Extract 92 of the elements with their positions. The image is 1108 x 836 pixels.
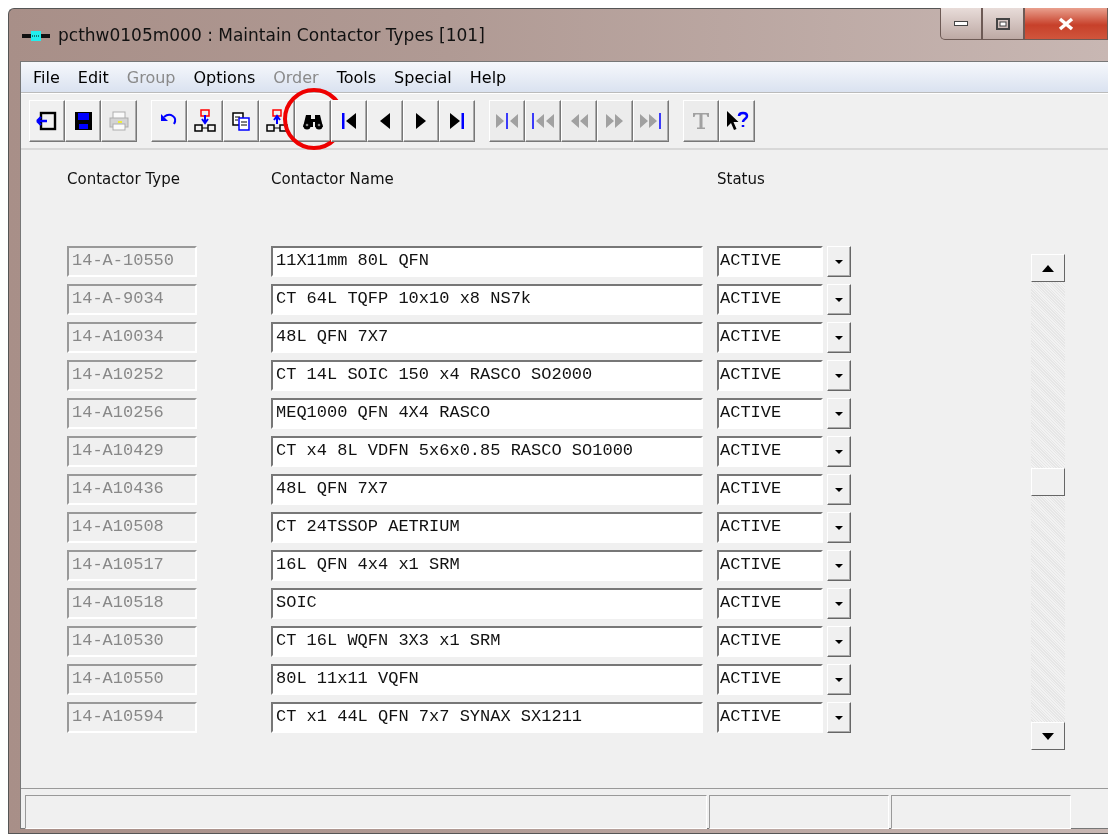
help-button[interactable]	[719, 100, 755, 142]
caret-icon	[835, 525, 843, 530]
status-field[interactable]: ACTIVE	[717, 474, 823, 505]
caret-icon	[835, 449, 843, 454]
menu-item[interactable]: Tools	[328, 67, 387, 87]
dropdown-button[interactable]	[827, 246, 851, 277]
print-icon	[107, 109, 131, 133]
contactor-name-field[interactable]: 80L 11x11 VQFN	[271, 664, 703, 695]
up-arrow-icon	[1042, 264, 1054, 272]
caret-icon	[835, 411, 843, 416]
dropdown-button[interactable]	[827, 474, 851, 505]
app-icon	[22, 31, 50, 41]
caret-icon	[835, 563, 843, 568]
next-button[interactable]	[403, 100, 439, 142]
column-header: Status	[717, 170, 766, 188]
copy-icon	[229, 109, 253, 133]
scroll-thumb[interactable]	[1031, 468, 1065, 496]
status-field[interactable]: ACTIVE	[717, 512, 823, 543]
menu-item[interactable]: Options	[185, 67, 266, 87]
contactor-name-field[interactable]: 48L QFN 7X7	[271, 474, 703, 505]
scrollbar[interactable]	[1031, 254, 1065, 750]
contactor-name-field[interactable]: 16L QFN 4x4 x1 SRM	[271, 550, 703, 581]
caret-icon	[835, 715, 843, 720]
status-field[interactable]: ACTIVE	[717, 284, 823, 315]
status-field[interactable]: ACTIVE	[717, 436, 823, 467]
exit-button[interactable]	[29, 100, 65, 142]
contactor-name-field[interactable]: CT 64L TQFP 10x10 x8 NS7k	[271, 284, 703, 315]
caret-icon	[835, 487, 843, 492]
status-field[interactable]: ACTIVE	[717, 398, 823, 429]
minimize-icon	[954, 21, 968, 26]
close-icon	[1058, 16, 1074, 31]
menu-item[interactable]: Edit	[69, 67, 119, 87]
status-field[interactable]: ACTIVE	[717, 702, 823, 733]
status-field[interactable]: ACTIVE	[717, 322, 823, 353]
contactor-name-field[interactable]: 11X11mm 80L QFN	[271, 246, 703, 277]
caret-icon	[835, 259, 843, 264]
window-title: pcthw0105m000 : Maintain Contactor Types [101]	[58, 25, 485, 45]
help-icon	[725, 109, 749, 133]
dropdown-button[interactable]	[827, 664, 851, 695]
column-header: Contactor Name	[271, 170, 395, 188]
maximize-button[interactable]	[982, 8, 1024, 40]
save-button[interactable]	[65, 100, 101, 142]
close-button[interactable]	[1024, 8, 1108, 40]
status-field[interactable]: ACTIVE	[717, 588, 823, 619]
contactor-name-field[interactable]: SOIC	[271, 588, 703, 619]
contactor-name-field[interactable]: CT 24TSSOP AETRIUM	[271, 512, 703, 543]
menu-item[interactable]: Special	[386, 67, 462, 87]
caret-icon	[835, 373, 843, 378]
caret-icon	[835, 601, 843, 606]
dropdown-button[interactable]	[827, 360, 851, 391]
dropdown-button[interactable]	[827, 322, 851, 353]
caret-icon	[835, 335, 843, 340]
insert-up-button[interactable]	[259, 100, 295, 142]
dropdown-button[interactable]	[827, 702, 851, 733]
caret-icon	[835, 677, 843, 682]
status-field[interactable]: ACTIVE	[717, 626, 823, 657]
scroll-down-button[interactable]	[1031, 722, 1065, 750]
minimize-button[interactable]	[940, 8, 982, 40]
dropdown-button[interactable]	[827, 436, 851, 467]
menu-item[interactable]: Help	[461, 67, 517, 87]
dropdown-button[interactable]	[827, 626, 851, 657]
caret-icon	[835, 639, 843, 644]
insert-down-button[interactable]	[187, 100, 223, 142]
status-field[interactable]: ACTIVE	[717, 664, 823, 695]
exit-icon	[35, 109, 59, 133]
down-arrow-icon	[1042, 732, 1054, 740]
prev-button[interactable]	[367, 100, 403, 142]
first-button[interactable]	[331, 100, 367, 142]
dropdown-button[interactable]	[827, 398, 851, 429]
menu-item[interactable]: File	[25, 67, 70, 87]
contactor-name-field[interactable]: CT 16L WQFN 3X3 x1 SRM	[271, 626, 703, 657]
contactor-name-field[interactable]: CT x1 44L QFN 7x7 SYNAX SX1211	[271, 702, 703, 733]
status-field[interactable]: ACTIVE	[717, 360, 823, 391]
copy-button[interactable]	[223, 100, 259, 142]
caret-icon	[835, 297, 843, 302]
insert-down-icon	[193, 109, 217, 133]
dropdown-button[interactable]	[827, 550, 851, 581]
contactor-name-field[interactable]: MEQ1000 QFN 4X4 RASCO	[271, 398, 703, 429]
last-button[interactable]	[439, 100, 475, 142]
dropdown-button[interactable]	[827, 284, 851, 315]
column-header: Contactor Type	[67, 170, 181, 188]
status-field[interactable]: ACTIVE	[717, 550, 823, 581]
scroll-up-button[interactable]	[1031, 254, 1065, 282]
contactor-name-field[interactable]: 48L QFN 7X7	[271, 322, 703, 353]
contactor-name-field[interactable]: CT 14L SOIC 150 x4 RASCO SO2000	[271, 360, 703, 391]
contactor-name-field[interactable]: CT x4 8L VDFN 5x6x0.85 RASCO SO1000	[271, 436, 703, 467]
find-button[interactable]	[295, 100, 331, 142]
dropdown-button[interactable]	[827, 588, 851, 619]
maximize-icon	[996, 17, 1010, 30]
status-field[interactable]: ACTIVE	[717, 246, 823, 277]
dropdown-button[interactable]	[827, 512, 851, 543]
undo-button[interactable]	[151, 100, 187, 142]
